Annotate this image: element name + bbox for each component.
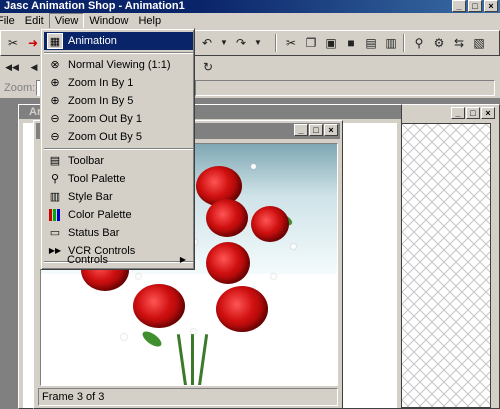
menu-item-zoom-in-1[interactable]: ⊕ Zoom In By 1 [44, 74, 193, 92]
redo-dropdown-icon[interactable]: ▼ [248, 33, 268, 53]
menu-item-normal-viewing[interactable]: ⊗ Normal Viewing (1:1) [44, 56, 193, 74]
close-button[interactable]: × [324, 124, 338, 136]
frame-status: Frame 3 of 3 [38, 388, 338, 406]
app-title: Jasc Animation Shop - Animation1 [4, 0, 185, 12]
menu-separator [44, 148, 193, 150]
optimize-icon[interactable]: ⚙ [429, 33, 449, 53]
minimize-button[interactable]: _ [294, 124, 308, 136]
rose-stem [196, 334, 209, 385]
zoom-out-icon: ⊖ [50, 131, 60, 143]
tool-palette-icon: ⚲ [50, 173, 60, 185]
submenu-arrow-icon: ▶ [179, 255, 186, 264]
paste-before-icon[interactable]: ▤ [361, 33, 381, 53]
zoom-in-icon: ⊕ [50, 77, 60, 89]
maximize-button[interactable]: □ [466, 107, 480, 119]
babys-breath [121, 334, 127, 340]
normal-view-icon: ⊗ [50, 59, 60, 71]
copy-icon[interactable]: ❐ [301, 33, 321, 53]
rose-stem [176, 334, 189, 385]
zoom-out-icon: ⊖ [50, 113, 60, 125]
rose [133, 284, 185, 328]
zoom-label: Zoom: [4, 82, 36, 94]
babys-breath [191, 329, 196, 334]
minimize-button[interactable]: _ [452, 0, 466, 12]
menu-item-status-bar[interactable]: ▭ Status Bar [44, 224, 193, 242]
cut-icon[interactable]: ✂ [281, 33, 301, 53]
menu-item-animation[interactable]: ▦ Animation [44, 32, 193, 50]
menu-item-zoom-out-5[interactable]: ⊖ Zoom Out By 5 [44, 128, 193, 146]
rose [216, 286, 268, 332]
maximize-button[interactable]: □ [309, 124, 323, 136]
menu-item-zoom-in-5[interactable]: ⊕ Zoom In By 5 [44, 92, 193, 110]
babys-breath [251, 164, 256, 169]
menu-item-style-bar[interactable]: ▥ Style Bar [44, 188, 193, 206]
rose-stem [191, 334, 194, 385]
close-button[interactable]: × [481, 107, 495, 119]
menu-item-toolbar[interactable]: ▤ Toolbar [44, 152, 193, 170]
toolbar-separator [403, 34, 405, 52]
babys-breath [136, 274, 141, 279]
zoom-in-icon: ⊕ [50, 95, 60, 107]
animation-wizard-icon[interactable]: ✂ [3, 33, 23, 53]
zoom-slider-track[interactable] [195, 80, 495, 96]
minimize-button[interactable]: _ [451, 107, 465, 119]
view-menu-dropdown: ▦ Animation ⊗ Normal Viewing (1:1) ⊕ Zoo… [40, 28, 195, 270]
status-bar-icon: ▭ [49, 227, 61, 239]
style-bar-icon: ▥ [49, 191, 61, 203]
export-icon[interactable]: ⇆ [449, 33, 469, 53]
preview-icon[interactable]: ▧ [469, 33, 489, 53]
menu-item-tool-palette[interactable]: ⚲ Tool Palette [44, 170, 193, 188]
color-palette-icon [47, 207, 63, 223]
menu-item-zoom-out-1[interactable]: ⊖ Zoom Out By 1 [44, 110, 193, 128]
menu-separator [44, 52, 193, 54]
rose [206, 242, 250, 284]
maximize-button[interactable]: □ [468, 0, 482, 12]
babys-breath [291, 244, 296, 249]
close-button[interactable]: × [484, 0, 498, 12]
toolbar-separator [275, 34, 277, 52]
paste-new-icon[interactable]: ■ [341, 33, 361, 53]
paste-after-icon[interactable]: ▥ [381, 33, 401, 53]
menu-item-controls[interactable]: Controls ▶ [43, 251, 192, 269]
app-title-bar[interactable]: Jasc Animation Shop - Animation1 _ □ × [0, 0, 500, 13]
rose [206, 199, 248, 237]
menu-file[interactable]: File [0, 13, 20, 30]
animation-icon: ▦ [47, 33, 63, 49]
first-frame-icon[interactable]: ◀◀ [2, 57, 22, 77]
menu-item-color-palette[interactable]: Color Palette [44, 206, 193, 224]
rose [251, 206, 289, 242]
toolbar-icon: ▤ [49, 155, 61, 167]
rose-leaf [140, 328, 164, 350]
refresh-icon[interactable]: ↻ [198, 57, 218, 77]
frame-properties-icon[interactable]: ⚲ [409, 33, 429, 53]
babys-breath [271, 274, 276, 279]
paste-icon[interactable]: ▣ [321, 33, 341, 53]
